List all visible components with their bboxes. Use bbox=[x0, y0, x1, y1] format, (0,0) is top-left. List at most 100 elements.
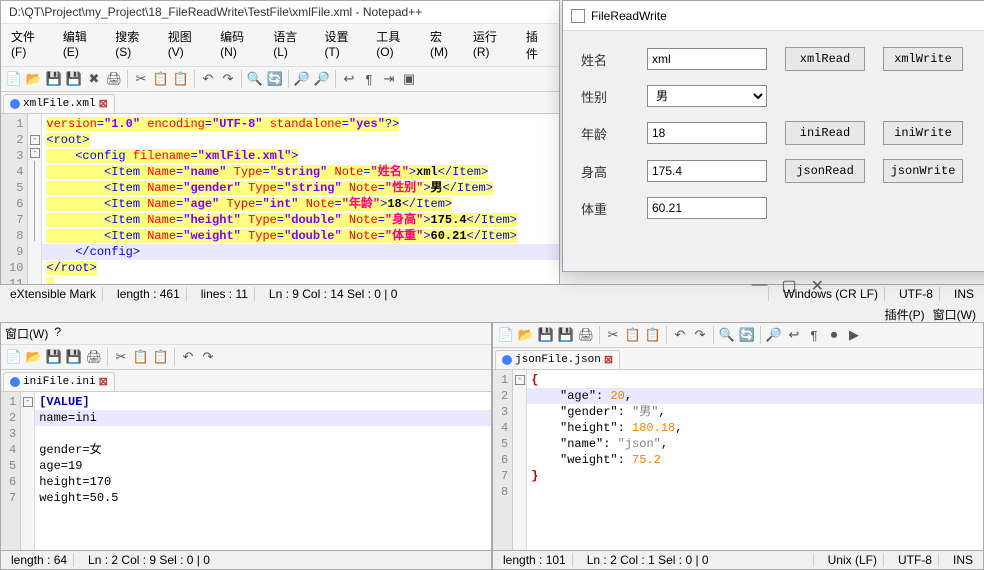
ini-pane-menu: 窗口(W) ? bbox=[1, 323, 491, 345]
menu-plugins[interactable]: 插件 bbox=[520, 26, 555, 64]
button-iniwrite[interactable]: iniWrite bbox=[883, 121, 963, 145]
cut-icon[interactable]: ✂ bbox=[112, 348, 130, 366]
undo-icon[interactable]: ↶ bbox=[671, 326, 689, 344]
minimize-icon[interactable]: — bbox=[751, 276, 767, 296]
copy-icon[interactable]: 📋 bbox=[152, 70, 170, 88]
cut-icon[interactable]: ✂ bbox=[604, 326, 622, 344]
print-icon[interactable]: 🖨 bbox=[85, 348, 103, 366]
menu-view[interactable]: 视图(V) bbox=[162, 26, 212, 64]
cut-icon[interactable]: ✂ bbox=[132, 70, 150, 88]
save-all-icon[interactable]: 💾 bbox=[557, 326, 575, 344]
menu-window[interactable]: 窗口(W) bbox=[5, 325, 48, 342]
paste-icon[interactable]: 📋 bbox=[644, 326, 662, 344]
undo-icon[interactable]: ↶ bbox=[179, 348, 197, 366]
print-icon[interactable]: 🖨 bbox=[105, 70, 123, 88]
print-icon[interactable]: 🖨 bbox=[577, 326, 595, 344]
input-name[interactable] bbox=[647, 48, 767, 70]
input-weight[interactable] bbox=[647, 197, 767, 219]
tab-inifile[interactable]: iniFile.ini ⊠ bbox=[3, 372, 115, 391]
tab-close-icon[interactable]: ⊠ bbox=[604, 353, 613, 367]
menu-search[interactable]: 搜索(S) bbox=[109, 26, 159, 64]
save-icon[interactable]: 💾 bbox=[45, 348, 63, 366]
fold-icon[interactable]: ▣ bbox=[400, 70, 418, 88]
code-content[interactable]: { "age": 20, "gender": "男", "height": 18… bbox=[527, 370, 983, 550]
open-icon[interactable]: 📂 bbox=[517, 326, 535, 344]
window-title: D:\QT\Project\my_Project\18_FileReadWrit… bbox=[1, 1, 559, 24]
redo-icon[interactable]: ↷ bbox=[219, 70, 237, 88]
button-jsonwrite[interactable]: jsonWrite bbox=[883, 159, 963, 183]
dialog-titlebar[interactable]: FileReadWrite — ▢ ✕ bbox=[563, 1, 984, 31]
app-icon bbox=[571, 9, 585, 23]
redo-icon[interactable]: ↷ bbox=[691, 326, 709, 344]
xml-editor[interactable]: 1234567891011 - - version="1.0" encoding… bbox=[1, 114, 559, 294]
redo-icon[interactable]: ↷ bbox=[199, 348, 217, 366]
save-icon[interactable]: 💾 bbox=[45, 70, 63, 88]
input-age[interactable] bbox=[647, 122, 767, 144]
code-content[interactable]: version="1.0" encoding="UTF-8" standalon… bbox=[42, 114, 559, 294]
record-icon[interactable]: ⏺ bbox=[825, 326, 843, 344]
indent-icon[interactable]: ⇥ bbox=[380, 70, 398, 88]
button-xmlwrite[interactable]: xmlWrite bbox=[883, 47, 963, 71]
ini-editor[interactable]: 1234567 - [VALUE] name=ini gender=女 age=… bbox=[1, 392, 491, 550]
new-file-icon[interactable]: 📄 bbox=[5, 348, 23, 366]
replace-icon[interactable]: 🔄 bbox=[738, 326, 756, 344]
new-file-icon[interactable]: 📄 bbox=[5, 70, 23, 88]
button-jsonread[interactable]: jsonRead bbox=[785, 159, 865, 183]
button-iniread[interactable]: iniRead bbox=[785, 121, 865, 145]
tab-xmlfile[interactable]: xmlFile.xml ⊠ bbox=[3, 94, 115, 113]
menu-edit[interactable]: 编辑(E) bbox=[57, 26, 107, 64]
menu-tools[interactable]: 工具(O) bbox=[370, 26, 422, 64]
close-icon[interactable]: ✖ bbox=[85, 70, 103, 88]
select-gender[interactable]: 男 bbox=[647, 85, 767, 107]
find-icon[interactable]: 🔍 bbox=[246, 70, 264, 88]
input-height[interactable] bbox=[647, 160, 767, 182]
menu-macro[interactable]: 宏(M) bbox=[424, 26, 465, 64]
menu-file[interactable]: 文件(F) bbox=[5, 26, 55, 64]
zoom-in-icon[interactable]: 🔎 bbox=[293, 70, 311, 88]
wordwrap-icon[interactable]: ↩ bbox=[785, 326, 803, 344]
maximize-icon[interactable]: ▢ bbox=[781, 276, 796, 296]
menu-run[interactable]: 运行(R) bbox=[467, 26, 518, 64]
menu-settings[interactable]: 设置(T) bbox=[318, 26, 368, 64]
play-icon[interactable]: ▶ bbox=[845, 326, 863, 344]
zoom-out-icon[interactable]: 🔎 bbox=[313, 70, 331, 88]
status-ins: INS bbox=[948, 287, 980, 301]
copy-icon[interactable]: 📋 bbox=[132, 348, 150, 366]
menu-language[interactable]: 语言(L) bbox=[267, 26, 316, 64]
zoom-in-icon[interactable]: 🔎 bbox=[765, 326, 783, 344]
copy-icon[interactable]: 📋 bbox=[624, 326, 642, 344]
save-icon[interactable]: 💾 bbox=[537, 326, 555, 344]
fold-column[interactable]: - - bbox=[28, 114, 42, 294]
tab-label: xmlFile.xml bbox=[23, 98, 96, 110]
button-xmlread[interactable]: xmlRead bbox=[785, 47, 865, 71]
open-icon[interactable]: 📂 bbox=[25, 348, 43, 366]
menu-window-2[interactable]: 窗口(W) bbox=[933, 306, 976, 323]
tab-close-icon[interactable]: ⊠ bbox=[99, 375, 108, 389]
menu-help[interactable]: ? bbox=[54, 325, 61, 342]
dialog-body: 姓名 xmlRead xmlWrite 性别 男 年龄 iniRead iniW… bbox=[563, 31, 984, 235]
save-all-icon[interactable]: 💾 bbox=[65, 348, 83, 366]
save-all-icon[interactable]: 💾 bbox=[65, 70, 83, 88]
show-all-icon[interactable]: ¶ bbox=[360, 70, 378, 88]
json-editor[interactable]: 12345678 - { "age": 20, "gender": "男", "… bbox=[493, 370, 983, 550]
fold-column[interactable]: - bbox=[21, 392, 35, 550]
paste-icon[interactable]: 📋 bbox=[152, 348, 170, 366]
tab-close-icon[interactable]: ⊠ bbox=[99, 97, 108, 111]
menu-encoding[interactable]: 编码(N) bbox=[214, 26, 265, 64]
fold-column[interactable]: - bbox=[513, 370, 527, 550]
wordwrap-icon[interactable]: ↩ bbox=[340, 70, 358, 88]
json-pane: 📄 📂 💾 💾 🖨 ✂ 📋 📋 ↶ ↷ 🔍 🔄 🔎 ↩ ¶ ⏺ ▶ bbox=[492, 322, 984, 570]
tab-jsonfile[interactable]: jsonFile.json ⊠ bbox=[495, 350, 620, 369]
status-lines: lines : 11 bbox=[195, 287, 255, 301]
menu-plugins-2[interactable]: 插件(P) bbox=[885, 306, 925, 323]
undo-icon[interactable]: ↶ bbox=[199, 70, 217, 88]
close-icon[interactable]: ✕ bbox=[811, 276, 824, 296]
open-icon[interactable]: 📂 bbox=[25, 70, 43, 88]
paste-icon[interactable]: 📋 bbox=[172, 70, 190, 88]
tab-modified-icon bbox=[10, 99, 20, 109]
replace-icon[interactable]: 🔄 bbox=[266, 70, 284, 88]
show-all-icon[interactable]: ¶ bbox=[805, 326, 823, 344]
code-content[interactable]: [VALUE] name=ini gender=女 age=19 height=… bbox=[35, 392, 491, 550]
new-file-icon[interactable]: 📄 bbox=[497, 326, 515, 344]
find-icon[interactable]: 🔍 bbox=[718, 326, 736, 344]
